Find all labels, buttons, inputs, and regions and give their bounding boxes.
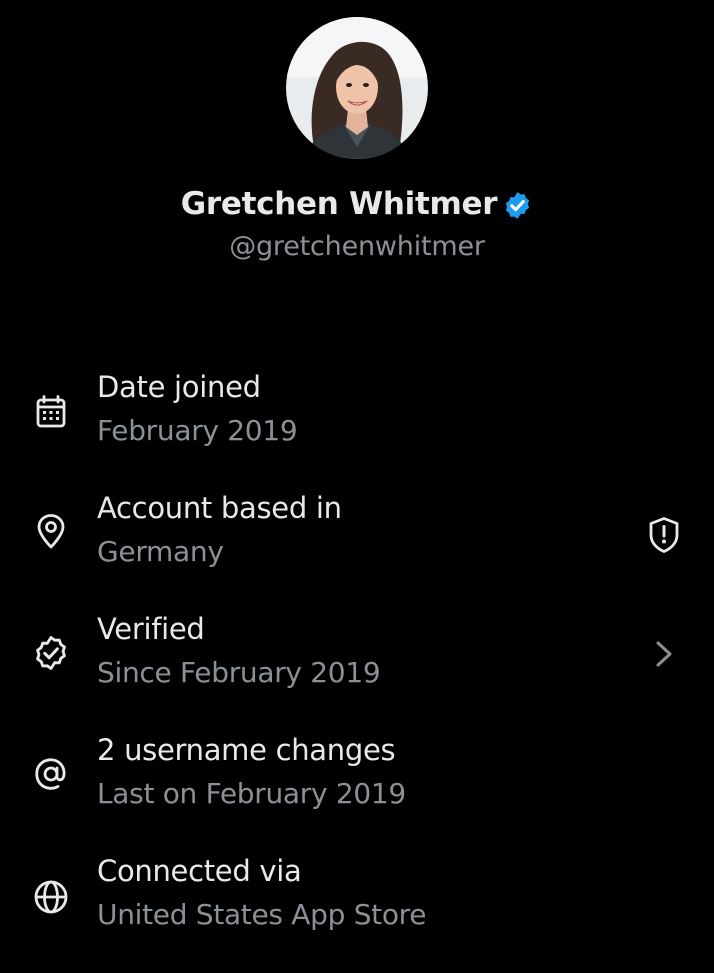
about-row-subtitle: February 2019	[97, 414, 298, 447]
calendar-icon	[32, 394, 70, 432]
about-row-title: Verified	[97, 612, 205, 646]
avatar-photo	[286, 17, 428, 159]
about-row-verified[interactable]: Verified Since February 2019	[0, 612, 714, 712]
about-row-subtitle: United States App Store	[97, 898, 427, 931]
at-sign-icon	[32, 755, 70, 793]
about-row-subtitle: Germany	[97, 535, 224, 568]
about-row-subtitle: Last on February 2019	[97, 777, 406, 810]
about-row-account-based-in: Account based in Germany	[0, 491, 714, 591]
display-name: Gretchen Whitmer	[180, 186, 498, 222]
profile-name-row: Gretchen Whitmer	[0, 181, 714, 227]
verified-badge-icon[interactable]	[502, 190, 533, 221]
about-row-title: 2 username changes	[97, 733, 396, 767]
location-pin-icon	[32, 512, 70, 550]
about-row-username-changes: 2 username changes Last on February 2019	[0, 733, 714, 833]
verified-badge-icon	[32, 634, 70, 672]
about-row-title: Date joined	[97, 370, 261, 404]
globe-icon	[32, 878, 70, 916]
about-row-date-joined: Date joined February 2019	[0, 370, 714, 470]
chevron-right-icon[interactable]	[644, 634, 684, 674]
avatar[interactable]	[286, 17, 428, 159]
shield-alert-icon[interactable]	[644, 515, 684, 555]
about-row-connected-via: Connected via United States App Store	[0, 854, 714, 954]
about-row-title: Connected via	[97, 854, 302, 888]
about-row-title: Account based in	[97, 491, 342, 525]
about-row-subtitle: Since February 2019	[97, 656, 381, 689]
username-handle: @gretchenwhitmer	[229, 231, 485, 262]
